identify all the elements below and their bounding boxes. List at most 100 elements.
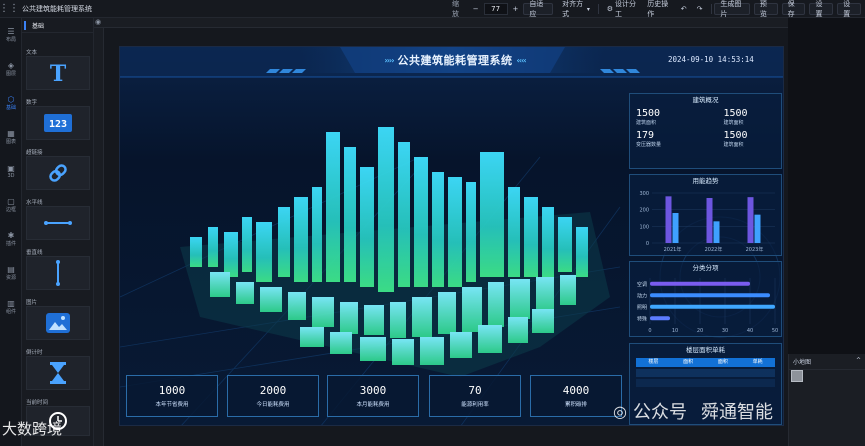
rail-item-resource[interactable]: ▤ 资源 bbox=[0, 256, 22, 290]
image-icon: ▤ bbox=[7, 265, 15, 274]
minimap-panel[interactable]: 小地图 ^ bbox=[788, 354, 865, 446]
table-header-cell: 面积 bbox=[683, 359, 694, 365]
y-tick-label: 0 bbox=[646, 241, 649, 247]
tab-basic[interactable]: 基础 bbox=[24, 20, 44, 30]
chevron-up-icon[interactable]: ^ bbox=[856, 357, 861, 366]
zoom-in-button[interactable]: + bbox=[508, 3, 524, 15]
component-text[interactable]: 文本 T bbox=[26, 48, 90, 90]
category-chart: 0 10 20 30 40 50 空调动力照明特殊 bbox=[637, 278, 778, 334]
table-header-cell: 楼层 bbox=[648, 359, 659, 365]
zoom-input[interactable]: 77 bbox=[483, 3, 508, 15]
bar bbox=[650, 281, 750, 286]
align-label: 对齐方式 bbox=[562, 0, 584, 18]
panel-title: 分类分项 bbox=[692, 264, 719, 272]
component-hyperlink[interactable]: 超链接 bbox=[26, 148, 90, 190]
table-row bbox=[636, 369, 775, 377]
svg-text:T: T bbox=[50, 62, 67, 84]
kpi-card[interactable]: 3000 本月能耗费用 bbox=[327, 375, 419, 417]
dashboard-screen[interactable]: ›››› 公共建筑能耗管理系统 ‹‹‹‹ 2024-09-10 14:53:14… bbox=[119, 46, 784, 426]
bar bbox=[650, 293, 770, 298]
stat-label: 变压器数量 bbox=[636, 142, 662, 148]
generate-image-button[interactable]: 生成图片 bbox=[714, 0, 750, 18]
stat-item: 179 变压器数量 bbox=[636, 130, 706, 148]
component-label: 图片 bbox=[26, 300, 38, 306]
panel-title: 楼层面积单耗 bbox=[686, 346, 725, 354]
ruler-horizontal bbox=[94, 18, 788, 28]
logo-text: 大数跨境 bbox=[2, 420, 63, 438]
wechat-icon: ◎ bbox=[613, 401, 627, 421]
rail-item-component[interactable]: ▥ 组件 bbox=[0, 290, 22, 324]
rail-label: 组件 bbox=[5, 309, 16, 315]
kpi-card[interactable]: 4000 累积碳排 bbox=[530, 375, 622, 417]
design-icon: ⚙ bbox=[606, 5, 613, 13]
preview-button[interactable]: 预览 bbox=[753, 0, 778, 18]
component-countdown[interactable]: 倒计时 bbox=[26, 348, 90, 390]
kpi-value: 1000 bbox=[158, 384, 186, 397]
component-label: 数字 bbox=[26, 100, 38, 106]
publish-button[interactable]: 设置 bbox=[809, 0, 834, 18]
kpi-card[interactable]: 70 能源利用率 bbox=[429, 375, 521, 417]
component-preview: T bbox=[26, 56, 90, 90]
component-image[interactable]: 图片 bbox=[26, 298, 90, 340]
stat-item: 1500 建筑面积 bbox=[706, 130, 776, 148]
rail-item-layout[interactable]: ☰ 布局 bbox=[0, 18, 22, 52]
kpi-label: 今日能耗费用 bbox=[256, 402, 290, 408]
y-tick-label: 动力 bbox=[637, 292, 647, 299]
x-tick-label: 0 bbox=[648, 328, 651, 334]
rail-item-layer[interactable]: ◈ 图层 bbox=[0, 52, 22, 86]
rail-label: 布局 bbox=[5, 37, 16, 43]
svg-text:123: 123 bbox=[49, 119, 67, 130]
dashboard-title: ›››› 公共建筑能耗管理系统 ‹‹‹‹ bbox=[355, 49, 555, 71]
history-button[interactable]: 历史操作 bbox=[642, 0, 676, 18]
table-header-cell: 单耗 bbox=[752, 359, 763, 365]
stat-label: 建筑面积 bbox=[723, 142, 744, 148]
rail-item-chart[interactable]: ▦ 图表 bbox=[0, 120, 22, 154]
kpi-card[interactable]: 2000 今日能耗费用 bbox=[227, 375, 319, 417]
component-preview bbox=[26, 206, 90, 240]
component-label: 文本 bbox=[26, 50, 38, 56]
zoom-out-button[interactable]: − bbox=[468, 3, 484, 15]
redo-icon[interactable]: ↷ bbox=[692, 3, 708, 15]
undo-icon[interactable]: ↶ bbox=[676, 3, 692, 15]
table-row bbox=[636, 379, 775, 387]
rail-item-3d[interactable]: ▣ 3D bbox=[0, 154, 22, 188]
minimap-viewport[interactable] bbox=[791, 370, 803, 382]
corner-logo: 大数跨境 bbox=[2, 418, 62, 439]
rail-label: 基础 bbox=[5, 105, 16, 111]
link-icon bbox=[49, 164, 67, 182]
y-tick-label: 照明 bbox=[637, 305, 647, 311]
kpi-value: 2000 bbox=[259, 384, 287, 397]
eye-icon[interactable]: ◉ bbox=[95, 18, 101, 26]
save-button[interactable]: 保存 bbox=[781, 0, 806, 18]
text-icon: T bbox=[50, 62, 67, 84]
rail-item-plugin[interactable]: ✱ 插件 bbox=[0, 222, 22, 256]
component-label: 水平线 bbox=[26, 200, 43, 206]
panel-usage-trend[interactable]: 用能趋势 0 100 200 300 2021年 2022年 2023年 bbox=[629, 174, 782, 256]
x-tick-label: 40 bbox=[747, 328, 753, 334]
settings-button[interactable]: 设置 bbox=[837, 0, 862, 18]
panel-category[interactable]: 分类分项 0 10 20 30 40 50 空调 动力 照明 特殊 bbox=[629, 261, 782, 337]
panel-building-overview[interactable]: 建筑概况 1500 建筑面积 1500 建筑面积 179 变压器数量 1500 建筑面积 bbox=[629, 93, 782, 169]
stat-value: 179 bbox=[636, 130, 655, 141]
align-dropdown[interactable]: 对齐方式 ▾ bbox=[557, 0, 595, 18]
bar bbox=[650, 316, 670, 321]
y-tick-label: 100 bbox=[639, 224, 649, 230]
watermark: ◎ 公众号 舜通智能 bbox=[613, 398, 773, 424]
rail-item-basic[interactable]: ⬡ 基础 bbox=[0, 86, 22, 120]
apps-grid-icon[interactable]: ⋮⋮ bbox=[0, 0, 19, 18]
stat-label: 建筑面积 bbox=[723, 120, 744, 126]
component-vline[interactable]: 垂直线 bbox=[26, 248, 90, 290]
ruler-vertical bbox=[94, 28, 104, 446]
left-nav-rail: ☰ 布局 ◈ 图层 ⬡ 基础 ▦ 图表 ▣ 3D ▢ 边框 ✱ 插件 ▤ 资源 ▥ 组件 bbox=[0, 18, 22, 446]
design-split-button[interactable]: ⚙ 设计分工 bbox=[602, 0, 643, 18]
component-number[interactable]: 数字 123 bbox=[26, 98, 90, 140]
kpi-card[interactable]: 1000 本年节省费用 bbox=[126, 375, 218, 417]
fit-screen-button[interactable]: 自适应 bbox=[523, 0, 554, 18]
app-title: 公共建筑能耗管理系统 bbox=[22, 4, 92, 13]
component-hline[interactable]: 水平线 bbox=[26, 198, 90, 240]
rail-label: 图层 bbox=[5, 71, 16, 77]
rail-item-frame[interactable]: ▢ 边框 bbox=[0, 188, 22, 222]
bar bbox=[672, 213, 679, 243]
rail-label: 资源 bbox=[5, 275, 16, 281]
divider bbox=[710, 4, 712, 14]
